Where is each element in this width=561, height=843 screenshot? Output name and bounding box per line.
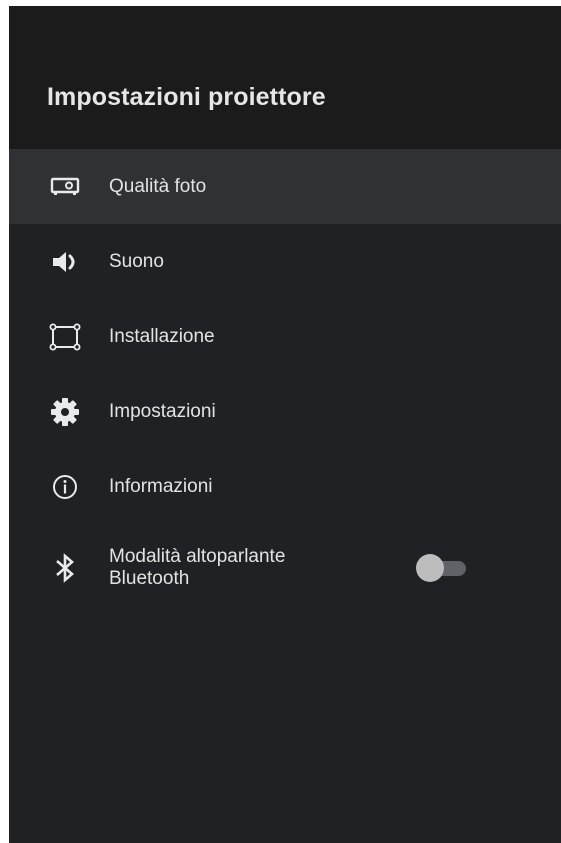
menu-item-picture-quality[interactable]: Qualità foto: [9, 149, 561, 224]
toggle-thumb: [416, 554, 444, 582]
bluetooth-speaker-toggle[interactable]: [416, 554, 468, 582]
menu-item-label: Installazione: [109, 325, 215, 347]
frame-corners-icon: [47, 319, 83, 355]
projector-settings-screen: Impostazioni proiettore Qualità foto Suo…: [9, 6, 561, 843]
menu-item-sound[interactable]: Suono: [9, 224, 561, 299]
projector-icon: [47, 169, 83, 205]
menu-item-settings[interactable]: Impostazioni: [9, 374, 561, 449]
menu-item-label: Suono: [109, 250, 164, 272]
menu-item-label: Modalità altoparlante Bluetooth: [109, 546, 286, 589]
menu-item-label: Qualità foto: [109, 175, 207, 197]
header: Impostazioni proiettore: [9, 6, 561, 149]
speaker-icon: [47, 244, 83, 280]
menu-item-bluetooth-speaker-mode[interactable]: Modalità altoparlante Bluetooth: [9, 524, 561, 612]
page-title: Impostazioni proiettore: [47, 83, 326, 111]
bluetooth-icon: [47, 550, 83, 586]
menu-item-label: Informazioni: [109, 475, 213, 497]
settings-menu: Qualità foto Suono Installazione Imposta…: [9, 149, 561, 612]
menu-item-information[interactable]: Informazioni: [9, 449, 561, 524]
info-icon: [47, 469, 83, 505]
menu-item-label: Impostazioni: [109, 400, 216, 422]
gear-icon: [47, 394, 83, 430]
menu-item-installation[interactable]: Installazione: [9, 299, 561, 374]
